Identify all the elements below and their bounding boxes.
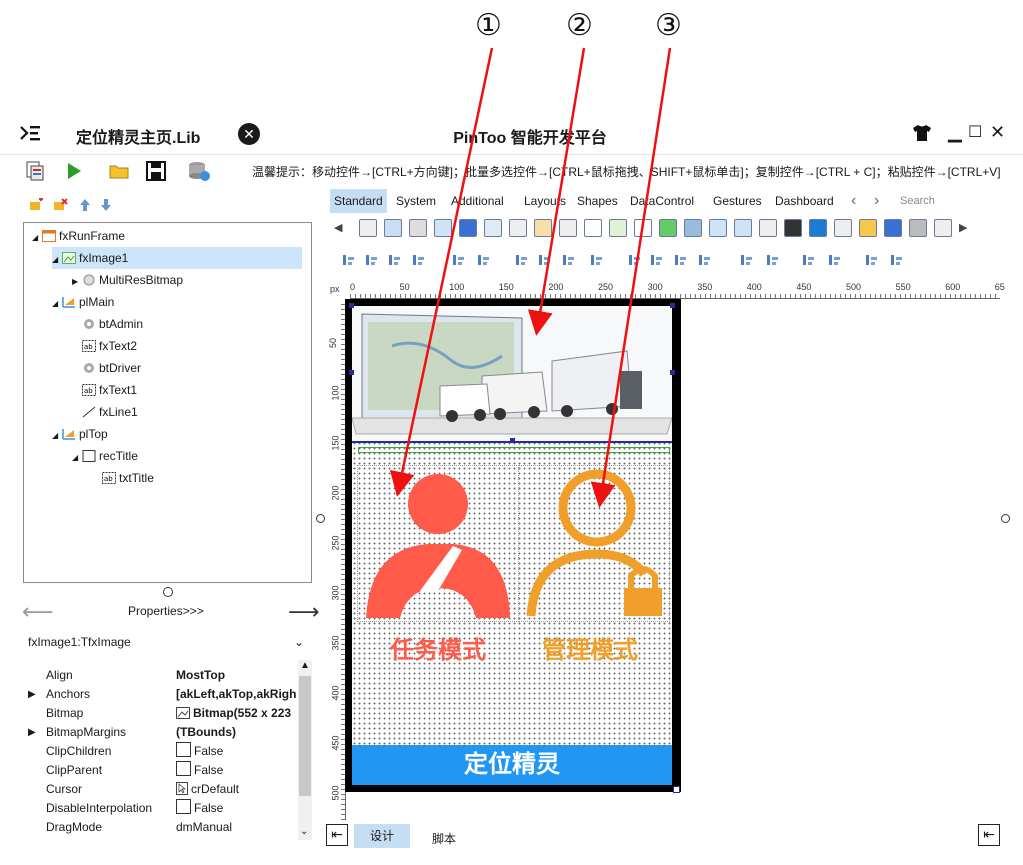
tab-script[interactable]: 脚本 [432, 830, 456, 847]
tab-design[interactable]: 设计 [354, 824, 410, 848]
collapse-left-icon[interactable]: ⇤ [326, 824, 348, 846]
annotation-arrows [389, 47, 672, 508]
collapse-right-icon[interactable]: ⇤ [978, 824, 1000, 846]
